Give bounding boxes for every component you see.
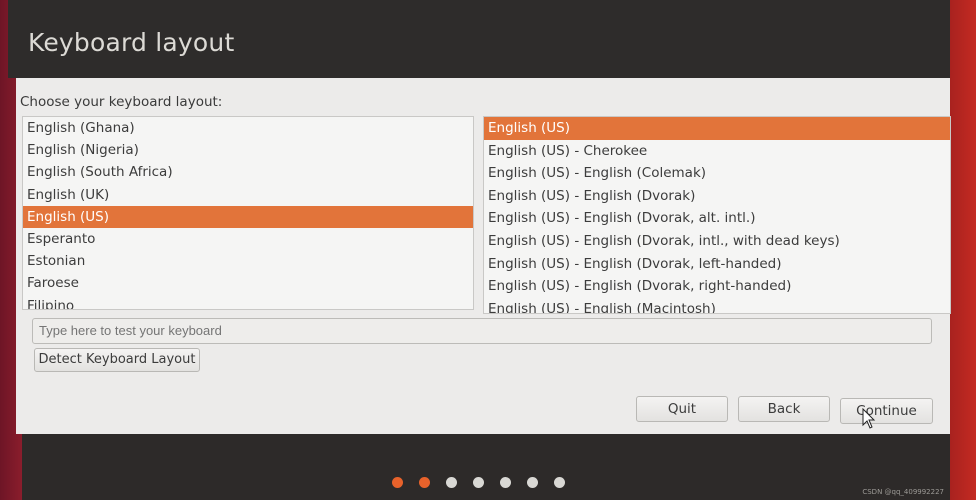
page-title: Keyboard layout bbox=[28, 28, 235, 57]
layout-item[interactable]: Filipino bbox=[23, 295, 473, 310]
variant-item-selected[interactable]: English (US) bbox=[484, 117, 950, 140]
variant-list[interactable]: English (US) English (US) - Cherokee Engli… bbox=[483, 116, 951, 314]
installer-content: Choose your keyboard layout: English (Gh… bbox=[16, 78, 951, 434]
layout-item[interactable]: English (Nigeria) bbox=[23, 139, 473, 161]
progress-dot bbox=[527, 477, 538, 488]
progress-dot bbox=[473, 477, 484, 488]
back-button[interactable]: Back bbox=[738, 396, 830, 422]
progress-dot bbox=[500, 477, 511, 488]
detect-keyboard-layout-button[interactable]: Detect Keyboard Layout bbox=[34, 348, 200, 372]
keyboard-test-input[interactable] bbox=[32, 318, 932, 344]
variant-item[interactable]: English (US) - Cherokee bbox=[484, 140, 950, 163]
layout-list[interactable]: English (Ghana) English (Nigeria) English … bbox=[22, 116, 474, 310]
variant-item[interactable]: English (US) - English (Dvorak, intl., w… bbox=[484, 230, 950, 253]
progress-indicator bbox=[392, 477, 565, 488]
variant-item[interactable]: English (US) - English (Macintosh) bbox=[484, 298, 950, 313]
progress-dot bbox=[419, 477, 430, 488]
variant-item[interactable]: English (US) - English (Dvorak) bbox=[484, 185, 950, 208]
installer-header: Keyboard layout bbox=[8, 0, 950, 78]
variant-item[interactable]: English (US) - English (Dvorak, alt. int… bbox=[484, 207, 950, 230]
layout-item[interactable]: Faroese bbox=[23, 272, 473, 294]
layout-item[interactable]: English (UK) bbox=[23, 184, 473, 206]
layout-item[interactable]: English (Ghana) bbox=[23, 117, 473, 139]
progress-dot bbox=[446, 477, 457, 488]
watermark: CSDN @qq_409992227 bbox=[862, 488, 944, 496]
quit-button[interactable]: Quit bbox=[636, 396, 728, 422]
layout-item[interactable]: Estonian bbox=[23, 250, 473, 272]
layout-item[interactable]: Esperanto bbox=[23, 228, 473, 250]
choose-layout-label: Choose your keyboard layout: bbox=[20, 94, 223, 110]
continue-button[interactable]: Continue bbox=[840, 398, 933, 424]
mouse-pointer-icon bbox=[862, 408, 876, 429]
layout-item[interactable]: English (South Africa) bbox=[23, 161, 473, 183]
variant-item[interactable]: English (US) - English (Colemak) bbox=[484, 162, 950, 185]
layout-item-selected[interactable]: English (US) bbox=[23, 205, 473, 228]
progress-dot bbox=[554, 477, 565, 488]
progress-dot bbox=[392, 477, 403, 488]
desktop-background-right bbox=[950, 0, 976, 500]
variant-item[interactable]: English (US) - English (Dvorak, left-han… bbox=[484, 253, 950, 276]
variant-item[interactable]: English (US) - English (Dvorak, right-ha… bbox=[484, 275, 950, 298]
